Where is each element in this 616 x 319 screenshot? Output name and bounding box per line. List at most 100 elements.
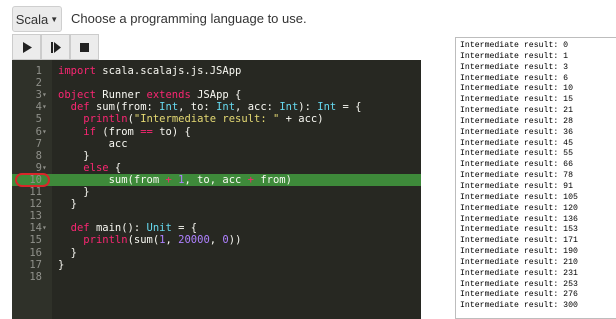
line-number[interactable]: 1 [12, 65, 52, 77]
console-line: Intermediate result: 253 [460, 279, 578, 289]
code-token: sum(from: [89, 101, 160, 114]
code-line[interactable]: 1 import scala.scalajs.js.JSApp [12, 65, 421, 77]
code-token: , to: [178, 101, 217, 114]
console-output: Intermediate result: 0 Intermediate resul… [455, 37, 616, 319]
code-line[interactable]: 4 ▾ def sum(from: Int, to: Int, acc: Int)… [12, 101, 421, 113]
code-token: "Intermediate result: " [133, 113, 280, 126]
code-token: else [83, 161, 109, 174]
code-text: } [58, 186, 90, 198]
code-line[interactable]: 8 } [12, 150, 421, 162]
line-number[interactable]: 12 [12, 198, 52, 210]
code-line[interactable]: 10 sum(from + 1, to, acc + from) [12, 173, 421, 186]
fold-arrow-icon[interactable]: ▾ [42, 89, 47, 101]
code-token: , [165, 234, 179, 247]
code-token: Int [159, 101, 179, 114]
console-line: Intermediate result: 78 [460, 171, 574, 181]
code-line[interactable]: 13 [12, 210, 421, 222]
fold-arrow-icon[interactable]: ▾ [42, 222, 47, 234]
stop-button[interactable] [70, 34, 99, 60]
console-line: Intermediate result: 15 [460, 95, 574, 105]
code-line[interactable]: 2 [12, 77, 421, 89]
code-token: , [209, 234, 223, 247]
code-token: extends [146, 89, 191, 102]
code-line[interactable]: 3 ▾ object Runner extends JSApp { [12, 89, 421, 101]
console-line: Intermediate result: 120 [460, 203, 578, 213]
line-number[interactable]: 2 [12, 77, 52, 89]
line-number[interactable]: 11 [12, 186, 52, 198]
code-token: } [58, 149, 90, 162]
code-text: def main(): Unit = { [58, 222, 197, 234]
code-token: = { [336, 101, 362, 114]
console-line: Intermediate result: 55 [460, 149, 574, 159]
console-line: Intermediate result: 36 [460, 127, 574, 137]
step-button[interactable] [41, 34, 70, 60]
language-hint: Choose a programming language to use. [71, 11, 307, 26]
code-token: , to, acc [184, 173, 248, 186]
code-line[interactable]: 11 } [12, 186, 421, 198]
fold-arrow-icon[interactable]: ▾ [42, 162, 47, 174]
code-line[interactable]: 17} [12, 259, 421, 271]
line-number[interactable]: 17 [12, 259, 52, 271]
language-select-label: Scala [15, 11, 49, 27]
code-token: , acc: [235, 101, 280, 114]
code-token: println [83, 234, 128, 247]
console-line: Intermediate result: 10 [460, 84, 574, 94]
code-token: } [58, 186, 90, 198]
code-line[interactable]: 9 ▾ else { [12, 162, 421, 174]
line-number[interactable]: 18 [12, 271, 52, 283]
step-icon [50, 41, 61, 53]
code-token: scala.scalajs.js.JSApp [95, 65, 242, 77]
code-token: Int [279, 101, 299, 114]
line-number[interactable]: 7 [12, 138, 52, 150]
code-line[interactable]: 14 ▾ def main(): Unit = { [12, 222, 421, 234]
code-token: (from [95, 125, 141, 138]
console-line: Intermediate result: 0 [460, 41, 569, 50]
code-token: Unit [146, 222, 172, 235]
console-line: Intermediate result: 1 [460, 51, 569, 61]
code-line[interactable]: 15 println(sum(1, 20000, 0)) [12, 234, 421, 246]
fold-arrow-icon[interactable]: ▾ [42, 126, 47, 138]
code-token: Int [317, 101, 337, 114]
console-line: Intermediate result: 91 [460, 181, 574, 191]
code-token: JSApp { [190, 89, 242, 102]
run-button[interactable] [12, 34, 41, 60]
fold-arrow-icon[interactable]: ▾ [42, 101, 47, 113]
code-text: } [58, 149, 90, 162]
code-token: import [58, 65, 96, 77]
code-editor[interactable]: 1 import scala.scalajs.js.JSApp 2 3 ▾ object … [12, 60, 421, 319]
console-line: Intermediate result: 21 [460, 106, 574, 116]
code-text: else { [58, 162, 121, 174]
console-line: Intermediate result: 171 [460, 236, 578, 246]
code-text: def sum(from: Int, to: Int, acc: Int): I… [58, 101, 362, 113]
code-line[interactable]: 18 [12, 271, 421, 283]
code-line[interactable]: 12 } [12, 198, 421, 210]
console-line: Intermediate result: 45 [460, 138, 574, 148]
line-number[interactable]: 13 [12, 210, 52, 222]
code-line[interactable]: 6 ▾ if (from == to) { [12, 126, 421, 138]
console-line: Intermediate result: 136 [460, 214, 578, 224]
code-token: == [140, 125, 153, 138]
code-token: ): [298, 101, 318, 114]
line-number[interactable]: 15 [12, 234, 52, 246]
code-text: } [58, 198, 77, 210]
line-number[interactable]: 16 [12, 247, 52, 259]
console-line: Intermediate result: 300 [460, 301, 578, 311]
console-line: Intermediate result: 105 [460, 192, 578, 202]
code-text: println(sum(1, 20000, 0)) [58, 234, 241, 246]
console-line: Intermediate result: 276 [460, 290, 578, 300]
breakpoint-marker[interactable] [15, 173, 50, 187]
code-line[interactable]: 16 } [12, 247, 421, 259]
line-number[interactable]: 8 [12, 150, 52, 162]
play-icon [22, 41, 32, 53]
line-number[interactable]: 5 [12, 113, 52, 125]
code-text: sum(from + 1, to, acc + from) [58, 174, 292, 186]
code-line[interactable]: 7 acc [12, 138, 421, 150]
code-token: = { [171, 222, 198, 235]
code-token: { [108, 161, 122, 174]
language-select-button[interactable]: Scala ▼ [12, 6, 62, 32]
code-line[interactable]: 5 println("Intermediate result: " + acc) [12, 113, 421, 125]
